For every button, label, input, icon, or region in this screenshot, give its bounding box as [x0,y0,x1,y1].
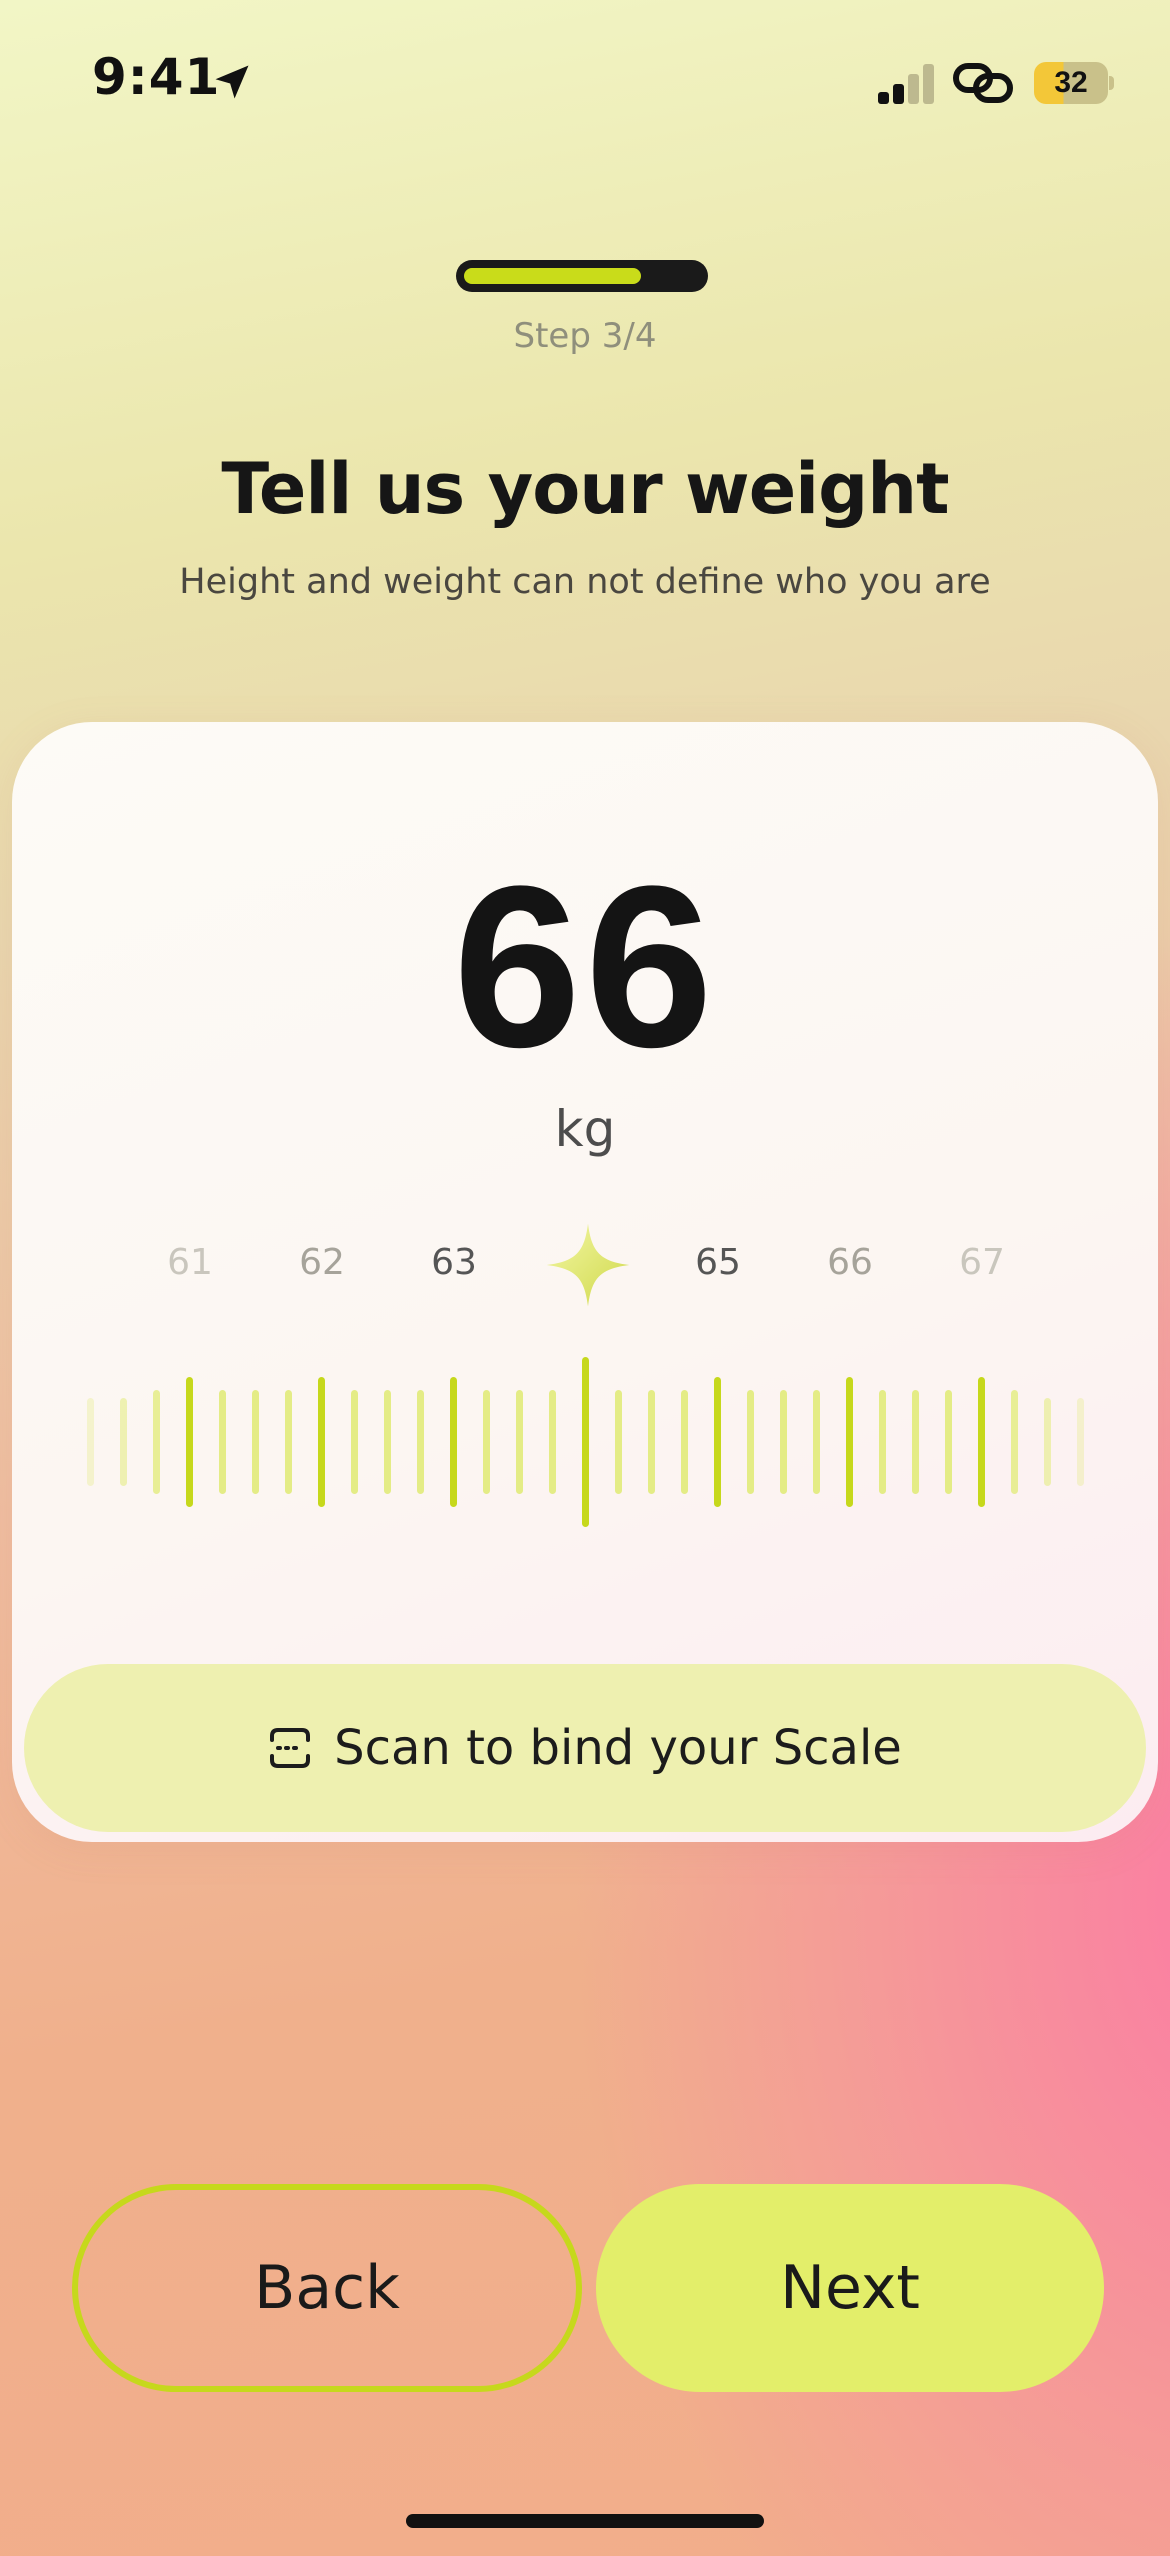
ruler-tick [648,1390,655,1494]
ruler-tick [417,1390,424,1494]
ruler-tick [153,1390,160,1494]
ruler-tick [780,1390,787,1494]
ruler-tick [252,1390,259,1494]
ruler-tick [351,1390,358,1494]
ruler-tick [384,1390,391,1494]
ruler-tick [516,1390,523,1494]
progress-bar [456,260,708,292]
page-subtitle: Height and weight can not define who you… [179,562,991,602]
step-label: Step 3/4 [513,316,657,356]
ruler-label: 62 [299,1242,345,1283]
ruler-tick [1011,1390,1018,1494]
ruler-tick [714,1377,721,1507]
ruler-tick [87,1398,94,1486]
battery-level: 32 [1054,66,1088,99]
ruler-tick [945,1390,952,1494]
ruler-tick [483,1390,490,1494]
scan-icon [270,1728,311,1768]
ruler-tick [681,1390,688,1494]
ruler-tick [615,1390,622,1494]
weight-ruler[interactable]: 61 62 63 65 66 67 [12,1223,1158,1572]
cellular-signal-icon [878,64,934,104]
ruler-label: 67 [959,1242,1005,1283]
ruler-tick [219,1390,226,1494]
weight-value: 66 [453,838,717,1095]
ruler-tick [813,1390,820,1494]
ruler-tick [912,1390,919,1494]
progress-fill [464,268,641,284]
ruler-tick [450,1377,457,1507]
ruler-center-tick [582,1357,589,1527]
ruler-tick [549,1390,556,1494]
next-button[interactable]: Next [596,2184,1104,2392]
ruler-tick [318,1377,325,1507]
ruler-tick [285,1390,292,1494]
location-arrow-icon [215,65,249,99]
page-title: Tell us your weight [221,448,949,530]
status-bar: 9:41 32 [0,0,1170,160]
battery-icon: 32 [1034,62,1114,104]
ruler-label: 66 [827,1242,873,1283]
ruler-tick [747,1390,754,1494]
ruler-tick [978,1377,985,1507]
ruler-label: 61 [167,1242,213,1283]
sparkle-icon [546,1223,630,1307]
ruler-tick [186,1377,193,1507]
weight-card: 66 kg 61 62 63 65 66 67 Scan to bind you… [12,722,1158,1842]
link-icon [953,63,1013,103]
ruler-label: 63 [431,1242,477,1283]
home-indicator[interactable] [406,2514,764,2528]
ruler-tick [846,1377,853,1507]
ruler-tick [120,1398,127,1486]
ruler-tick [1044,1398,1051,1486]
ruler-label: 65 [695,1242,741,1283]
scan-scale-button[interactable]: Scan to bind your Scale [24,1664,1146,1832]
scan-label: Scan to bind your Scale [334,1720,902,1776]
back-button[interactable]: Back [72,2184,582,2392]
ruler-tick [1077,1398,1084,1486]
weight-unit: kg [554,1100,616,1158]
status-time: 9:41 [92,48,221,106]
ruler-tick [879,1390,886,1494]
